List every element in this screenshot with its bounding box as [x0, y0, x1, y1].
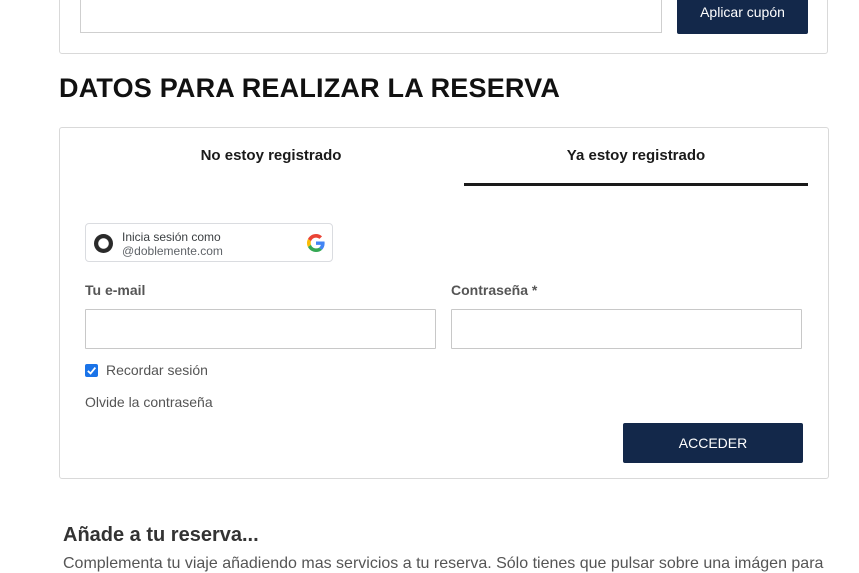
- google-signin-email: @doblemente.com: [122, 244, 223, 258]
- apply-coupon-button[interactable]: Aplicar cupón: [677, 0, 808, 34]
- page-title: DATOS PARA REALIZAR LA RESERVA: [59, 73, 561, 103]
- password-field[interactable]: [451, 309, 802, 349]
- remember-session[interactable]: Recordar sesión: [85, 362, 208, 378]
- email-field[interactable]: [85, 309, 436, 349]
- addons-description: Complementa tu viaje añadiendo mas servi…: [63, 555, 824, 572]
- google-signin-button[interactable]: Inicia sesión como @doblemente.com: [85, 223, 333, 262]
- avatar: [94, 234, 113, 253]
- google-g-icon: [307, 234, 325, 252]
- tab-registered[interactable]: Ya estoy registrado: [464, 144, 808, 186]
- forgot-password-link[interactable]: Olvide la contraseña: [85, 394, 213, 410]
- checkmark-icon: [87, 366, 97, 375]
- remember-checkbox[interactable]: [85, 363, 98, 377]
- login-button[interactable]: ACCEDER: [623, 423, 803, 463]
- remember-label: Recordar sesión: [106, 362, 208, 378]
- tab-not-registered[interactable]: No estoy registrado: [99, 144, 443, 186]
- password-label: Contraseña *: [451, 282, 538, 298]
- coupon-input[interactable]: [80, 0, 662, 33]
- google-signin-name: Inicia sesión como: [122, 230, 221, 244]
- addons-title: Añade a tu reserva...: [63, 524, 259, 546]
- email-label: Tu e-mail: [85, 282, 146, 298]
